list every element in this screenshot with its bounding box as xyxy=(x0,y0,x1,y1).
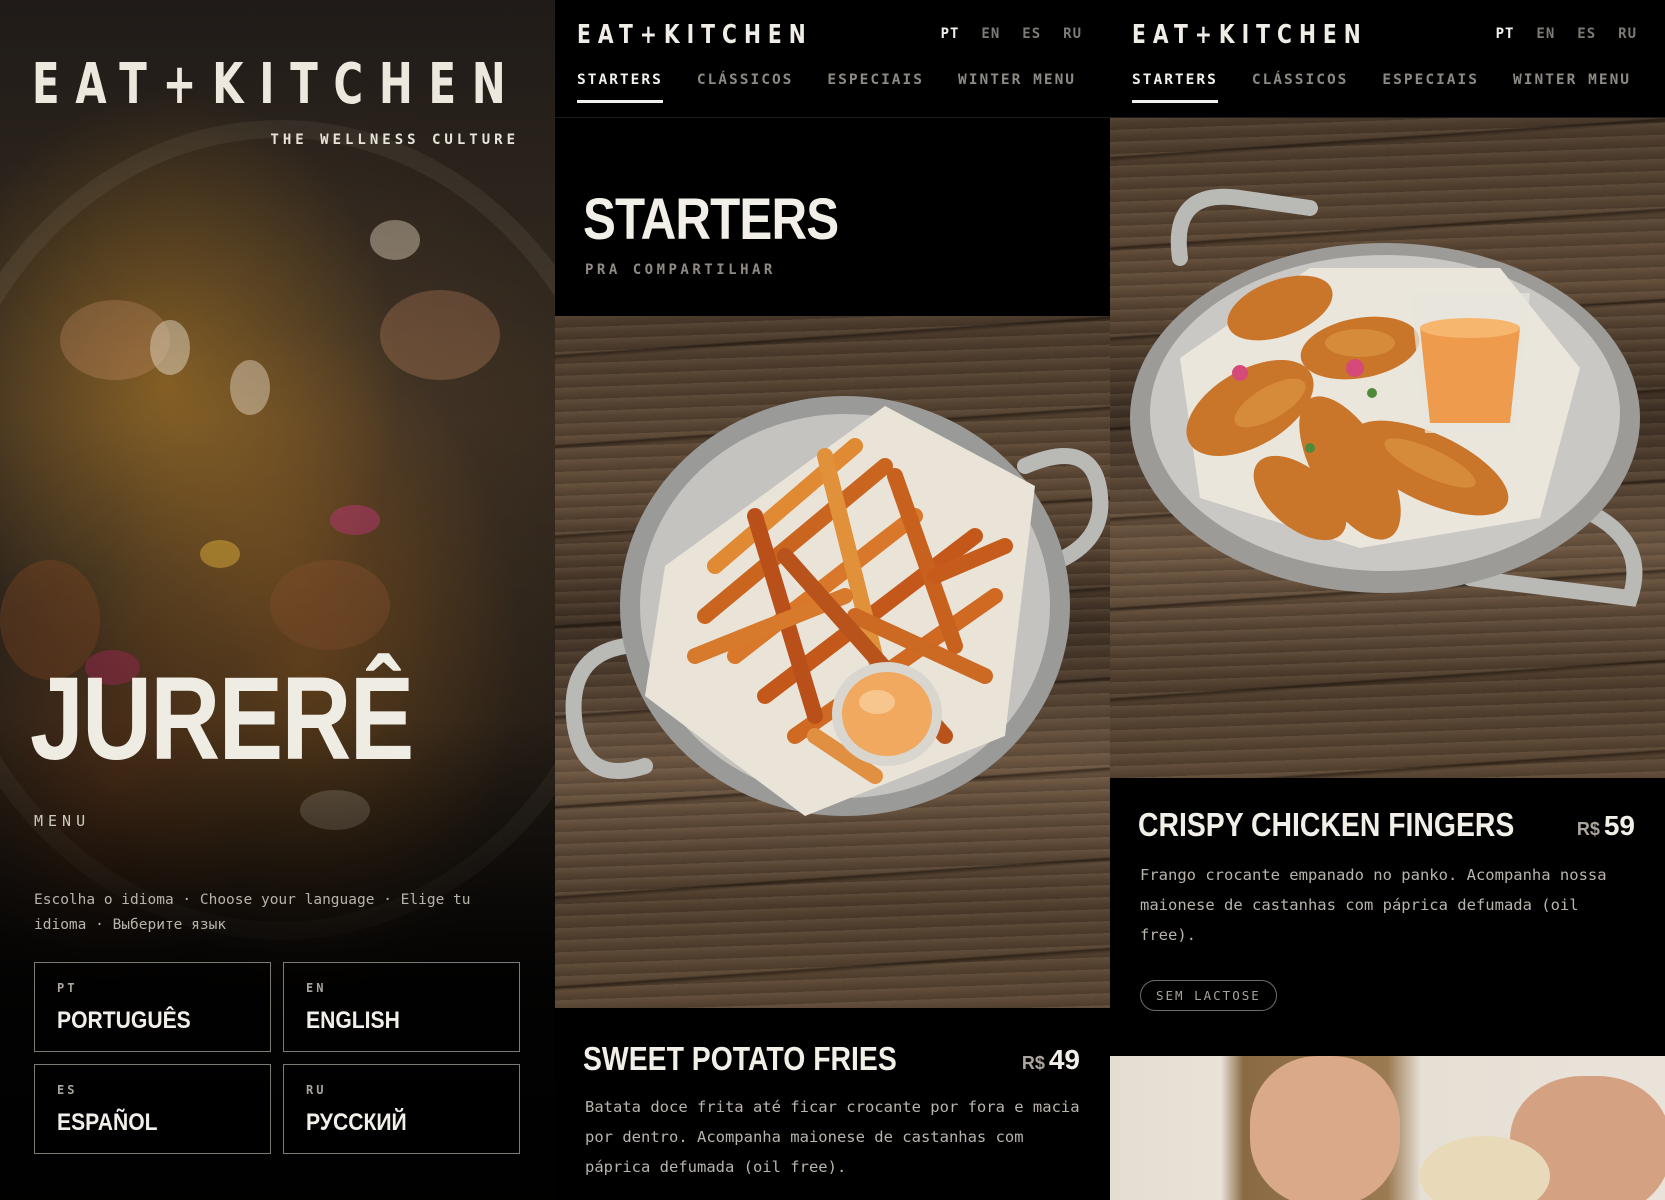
language-code: RU xyxy=(306,1083,327,1097)
language-name: PORTUGUÊS xyxy=(57,1007,191,1034)
category-tabs: STARTERS CLÁSSICOS ESPECIAIS WINTER MENU… xyxy=(577,72,1110,103)
language-option-pt[interactable]: PT PORTUGUÊS xyxy=(34,962,271,1052)
language-name: ENGLISH xyxy=(306,1007,400,1034)
menu-panel-item: EAT+KITCHEN PT EN ES RU STARTERS CLÁSSIC… xyxy=(1110,0,1665,1200)
brand-logo[interactable]: EAT+KITCHEN xyxy=(577,20,813,50)
language-es[interactable]: ES xyxy=(1022,26,1041,42)
next-dish-photo xyxy=(1110,1056,1665,1200)
tab-starters[interactable]: STARTERS xyxy=(577,72,663,103)
item-name: CRISPY CHICKEN FINGERS xyxy=(1138,806,1515,843)
section-title: STARTERS xyxy=(583,187,839,252)
item-price: R$ 59 xyxy=(1577,810,1635,842)
sweet-potato-fries-photo xyxy=(555,316,1110,1008)
language-option-ru[interactable]: RU РУССКИЙ xyxy=(283,1064,520,1154)
price-value: 59 xyxy=(1603,810,1635,841)
language-switcher: PT EN ES RU xyxy=(1496,26,1637,42)
chicken-illustration xyxy=(1130,188,1643,607)
brand-logo[interactable]: EAT+KITCHEN xyxy=(1132,20,1368,50)
menu-label: MENU xyxy=(34,812,91,830)
fries-illustration xyxy=(565,396,1109,816)
language-ru[interactable]: RU xyxy=(1618,26,1637,42)
language-option-es[interactable]: ES ESPAÑOL xyxy=(34,1064,271,1154)
dietary-badge[interactable]: SEM LACTOSE xyxy=(1140,980,1277,1011)
language-code: PT xyxy=(57,981,78,995)
menu-header: EAT+KITCHEN PT EN ES RU STARTERS CLÁSSIC… xyxy=(555,0,1110,118)
section-subtitle: PRA COMPARTILHAR xyxy=(585,262,776,278)
language-code: EN xyxy=(306,981,327,995)
language-landing-panel: EAT+KITCHEN THE WELLNESS CULTURE JURERÊ … xyxy=(0,0,555,1200)
item-name: SWEET POTATO FRIES xyxy=(583,1040,897,1077)
choose-language-text: Escolha o idioma · Choose your language … xyxy=(34,892,471,933)
language-name: ESPAÑOL xyxy=(57,1109,158,1136)
language-code: ES xyxy=(57,1083,78,1097)
tab-especiais[interactable]: ESPECIAIS xyxy=(1382,72,1479,103)
chicken-fingers-photo xyxy=(1110,118,1665,778)
language-grid: PT PORTUGUÊS EN ENGLISH ES ESPAÑOL RU РУ… xyxy=(34,962,520,1154)
price-value: 49 xyxy=(1048,1044,1080,1075)
tab-especiais[interactable]: ESPECIAIS xyxy=(827,72,924,103)
language-es[interactable]: ES xyxy=(1577,26,1596,42)
language-name: РУССКИЙ xyxy=(306,1109,407,1136)
location-title: JURERÊ xyxy=(30,653,414,785)
tab-starters[interactable]: STARTERS xyxy=(1132,72,1218,103)
brand-logo: EAT+KITCHEN xyxy=(32,52,522,117)
item-description: Batata doce frita até ficar crocante por… xyxy=(585,1098,1080,1176)
language-option-en[interactable]: EN ENGLISH xyxy=(283,962,520,1052)
item-description: Frango crocante empanado no panko. Acomp… xyxy=(1140,866,1607,944)
hand-shape xyxy=(1250,1056,1400,1200)
tab-winter-menu[interactable]: WINTER MENU xyxy=(958,72,1076,103)
category-tabs: STARTERS CLÁSSICOS ESPECIAIS WINTER MENU… xyxy=(1132,72,1665,103)
price-currency: R$ xyxy=(1021,1053,1045,1073)
language-en[interactable]: EN xyxy=(981,26,1000,42)
language-pt[interactable]: PT xyxy=(941,26,960,42)
brand-tagline: THE WELLNESS CULTURE xyxy=(270,132,519,148)
language-ru[interactable]: RU xyxy=(1063,26,1082,42)
price-currency: R$ xyxy=(1576,819,1600,839)
language-switcher: PT EN ES RU xyxy=(941,26,1082,42)
tab-classicos[interactable]: CLÁSSICOS xyxy=(697,72,794,103)
menu-header: EAT+KITCHEN PT EN ES RU STARTERS CLÁSSIC… xyxy=(1110,0,1665,118)
tab-winter-menu[interactable]: WINTER MENU xyxy=(1513,72,1631,103)
language-pt[interactable]: PT xyxy=(1496,26,1515,42)
tab-classicos[interactable]: CLÁSSICOS xyxy=(1252,72,1349,103)
menu-panel-starters: EAT+KITCHEN PT EN ES RU STARTERS CLÁSSIC… xyxy=(555,0,1110,1200)
item-price: R$ 49 xyxy=(1022,1044,1080,1076)
language-en[interactable]: EN xyxy=(1536,26,1555,42)
